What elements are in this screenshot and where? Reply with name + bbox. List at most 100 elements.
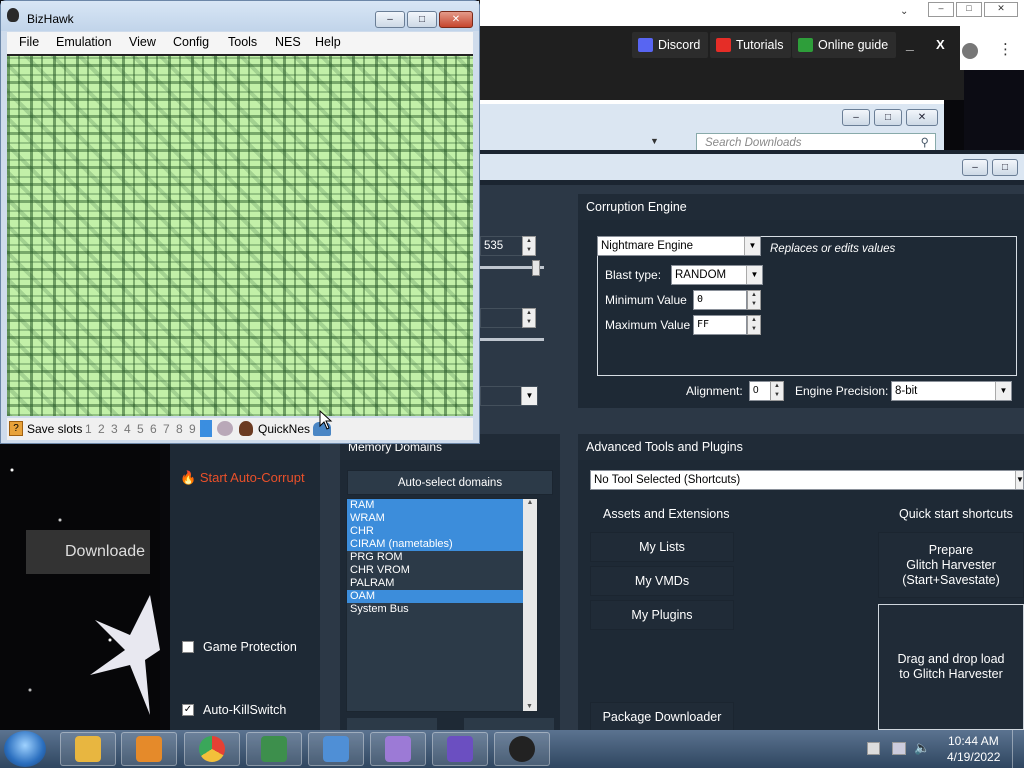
prepare-line1: Prepare [928, 542, 974, 557]
menu-file[interactable]: File [19, 35, 39, 49]
package-downloader-button[interactable]: Package Downloader [590, 702, 734, 732]
discord-button[interactable]: Discord [632, 32, 709, 58]
precision-select[interactable]: 8-bit ▼ [891, 381, 1012, 401]
downloads-minimize[interactable]: – [842, 109, 870, 126]
avatar[interactable] [962, 43, 978, 59]
list-scrollbar[interactable]: ▲ ▼ [523, 499, 537, 711]
start-button[interactable] [4, 731, 46, 767]
taskbar-monitor-app[interactable] [246, 732, 302, 766]
error-delay-input[interactable] [480, 308, 524, 328]
minimize-icon[interactable]: – [928, 2, 954, 17]
domain-ram[interactable]: RAM [347, 499, 537, 512]
rtc-minimize-button[interactable]: _ [906, 36, 914, 52]
delay-slider[interactable] [480, 338, 544, 341]
memory-domains-list[interactable]: RAM WRAM CHR CIRAM (nametables) PRG ROM … [346, 498, 538, 712]
game-screen[interactable] [7, 54, 473, 416]
game-protection-checkbox[interactable] [182, 641, 194, 653]
show-desktop-button[interactable] [1012, 730, 1024, 768]
taskbar-chrome[interactable] [184, 732, 240, 766]
flag-icon[interactable] [867, 742, 880, 755]
intensity-slider-thumb[interactable] [532, 260, 540, 276]
clock-date[interactable]: 4/19/2022 [947, 750, 1000, 764]
domain-ciram[interactable]: CIRAM (nametables) [347, 538, 537, 551]
my-plugins-button[interactable]: My Plugins [590, 600, 734, 630]
my-lists-button[interactable]: My Lists [590, 532, 734, 562]
domain-chr-vrom[interactable]: CHR VROM [347, 564, 537, 577]
error-delay-spinner[interactable]: ▲ ▼ [522, 308, 536, 328]
taskbar-explorer[interactable] [60, 732, 116, 766]
domain-chr[interactable]: CHR [347, 525, 537, 538]
taskbar-media-player[interactable] [121, 732, 177, 766]
intensity-value[interactable]: 535 [480, 236, 524, 256]
mode-combo[interactable]: ▼ [480, 386, 538, 406]
menu-config[interactable]: Config [173, 35, 209, 49]
alignment-spinner[interactable]: ▲ ▼ [770, 381, 784, 401]
slot-1[interactable]: 1 [85, 422, 92, 436]
max-value-input[interactable]: FF [693, 315, 747, 335]
path-dropdown-icon[interactable]: ▼ [650, 136, 659, 146]
slot-3[interactable]: 3 [111, 422, 118, 436]
taskbar-rtc[interactable] [370, 732, 426, 766]
taskbar-control-panel[interactable] [308, 732, 364, 766]
domain-oam[interactable]: OAM [347, 590, 537, 603]
min-value-spinner[interactable]: ▲ ▼ [747, 290, 761, 310]
menu-tools[interactable]: Tools [228, 35, 257, 49]
blast-type-select[interactable]: RANDOM ▼ [671, 265, 763, 285]
domain-wram[interactable]: WRAM [347, 512, 537, 525]
downloads-maximize[interactable]: □ [874, 109, 902, 126]
bizhawk-maximize[interactable]: □ [407, 11, 437, 28]
menu-emulation[interactable]: Emulation [56, 35, 112, 49]
max-value-spinner[interactable]: ▲ ▼ [747, 315, 761, 335]
network-icon[interactable] [892, 742, 906, 755]
close-icon[interactable]: ✕ [984, 2, 1018, 17]
bizhawk-close[interactable]: ✕ [439, 11, 473, 28]
save-slot-help-icon[interactable]: ? [9, 421, 23, 436]
rtc-minimize-btn[interactable]: – [962, 159, 988, 176]
slot-4[interactable]: 4 [124, 422, 131, 436]
taskbar-glitch-cat[interactable] [432, 732, 488, 766]
engine-select[interactable]: Nightmare Engine ▼ [597, 236, 761, 256]
slot-5[interactable]: 5 [137, 422, 144, 436]
bizhawk-titlebar[interactable]: BizHawk – □ ✕ [1, 1, 479, 31]
slot-6[interactable]: 6 [150, 422, 157, 436]
menu-help[interactable]: Help [315, 35, 341, 49]
tool-select[interactable]: No Tool Selected (Shortcuts) ▼ [590, 470, 1024, 490]
intensity-spinner[interactable]: ▲ ▼ [522, 236, 536, 256]
alignment-label: Alignment: [686, 384, 743, 398]
auto-killswitch-checkbox[interactable]: ✓ [182, 704, 194, 716]
slot-2[interactable]: 2 [98, 422, 105, 436]
prepare-glitch-harvester-button[interactable]: Prepare Glitch Harvester (Start+Savestat… [878, 532, 1024, 598]
clock-time[interactable]: 10:44 AM [948, 734, 999, 748]
chevron-down-icon[interactable]: ⌄ [900, 6, 908, 17]
downloads-close[interactable]: ✕ [906, 109, 938, 126]
drag-drop-zone[interactable]: Drag and drop load to Glitch Harvester [878, 604, 1024, 730]
slot-8[interactable]: 8 [176, 422, 183, 436]
maximize-icon[interactable]: □ [956, 2, 982, 17]
slot-0[interactable]: 0 [200, 420, 212, 437]
menu-nes[interactable]: NES [275, 35, 301, 49]
online-guide-button[interactable]: Online guide [792, 32, 897, 58]
autoselect-domains-button[interactable]: Auto-select domains [347, 470, 553, 495]
bottom-button-left[interactable] [347, 718, 437, 730]
menu-view[interactable]: View [129, 35, 156, 49]
my-vmds-button[interactable]: My VMDs [590, 566, 734, 596]
bizhawk-title: BizHawk [27, 12, 74, 26]
slot-7[interactable]: 7 [163, 422, 170, 436]
pause-icon[interactable] [217, 421, 233, 436]
rtc-close-button[interactable]: X [936, 37, 945, 52]
bizhawk-minimize[interactable]: – [375, 11, 405, 28]
start-autocorrupt-button[interactable]: 🔥 Start Auto-Corrupt [180, 470, 305, 486]
chrome-window-buttons: – □ ✕ [928, 2, 1018, 18]
volume-icon[interactable]: 🔈 [914, 740, 930, 756]
more-menu-icon[interactable]: ⋮ [998, 40, 1013, 58]
domain-prg-rom[interactable]: PRG ROM [347, 551, 537, 564]
rtc-maximize-btn[interactable]: □ [992, 159, 1018, 176]
taskbar-anonymous[interactable] [494, 732, 550, 766]
tutorials-button[interactable]: Tutorials [710, 32, 792, 58]
domain-palram[interactable]: PALRAM [347, 577, 537, 590]
domain-system-bus[interactable]: System Bus [347, 603, 537, 616]
min-value-input[interactable]: 0 [693, 290, 747, 310]
bottom-button-right[interactable] [464, 718, 554, 730]
slot-9[interactable]: 9 [189, 422, 196, 436]
alignment-input[interactable]: 0 [749, 381, 771, 401]
